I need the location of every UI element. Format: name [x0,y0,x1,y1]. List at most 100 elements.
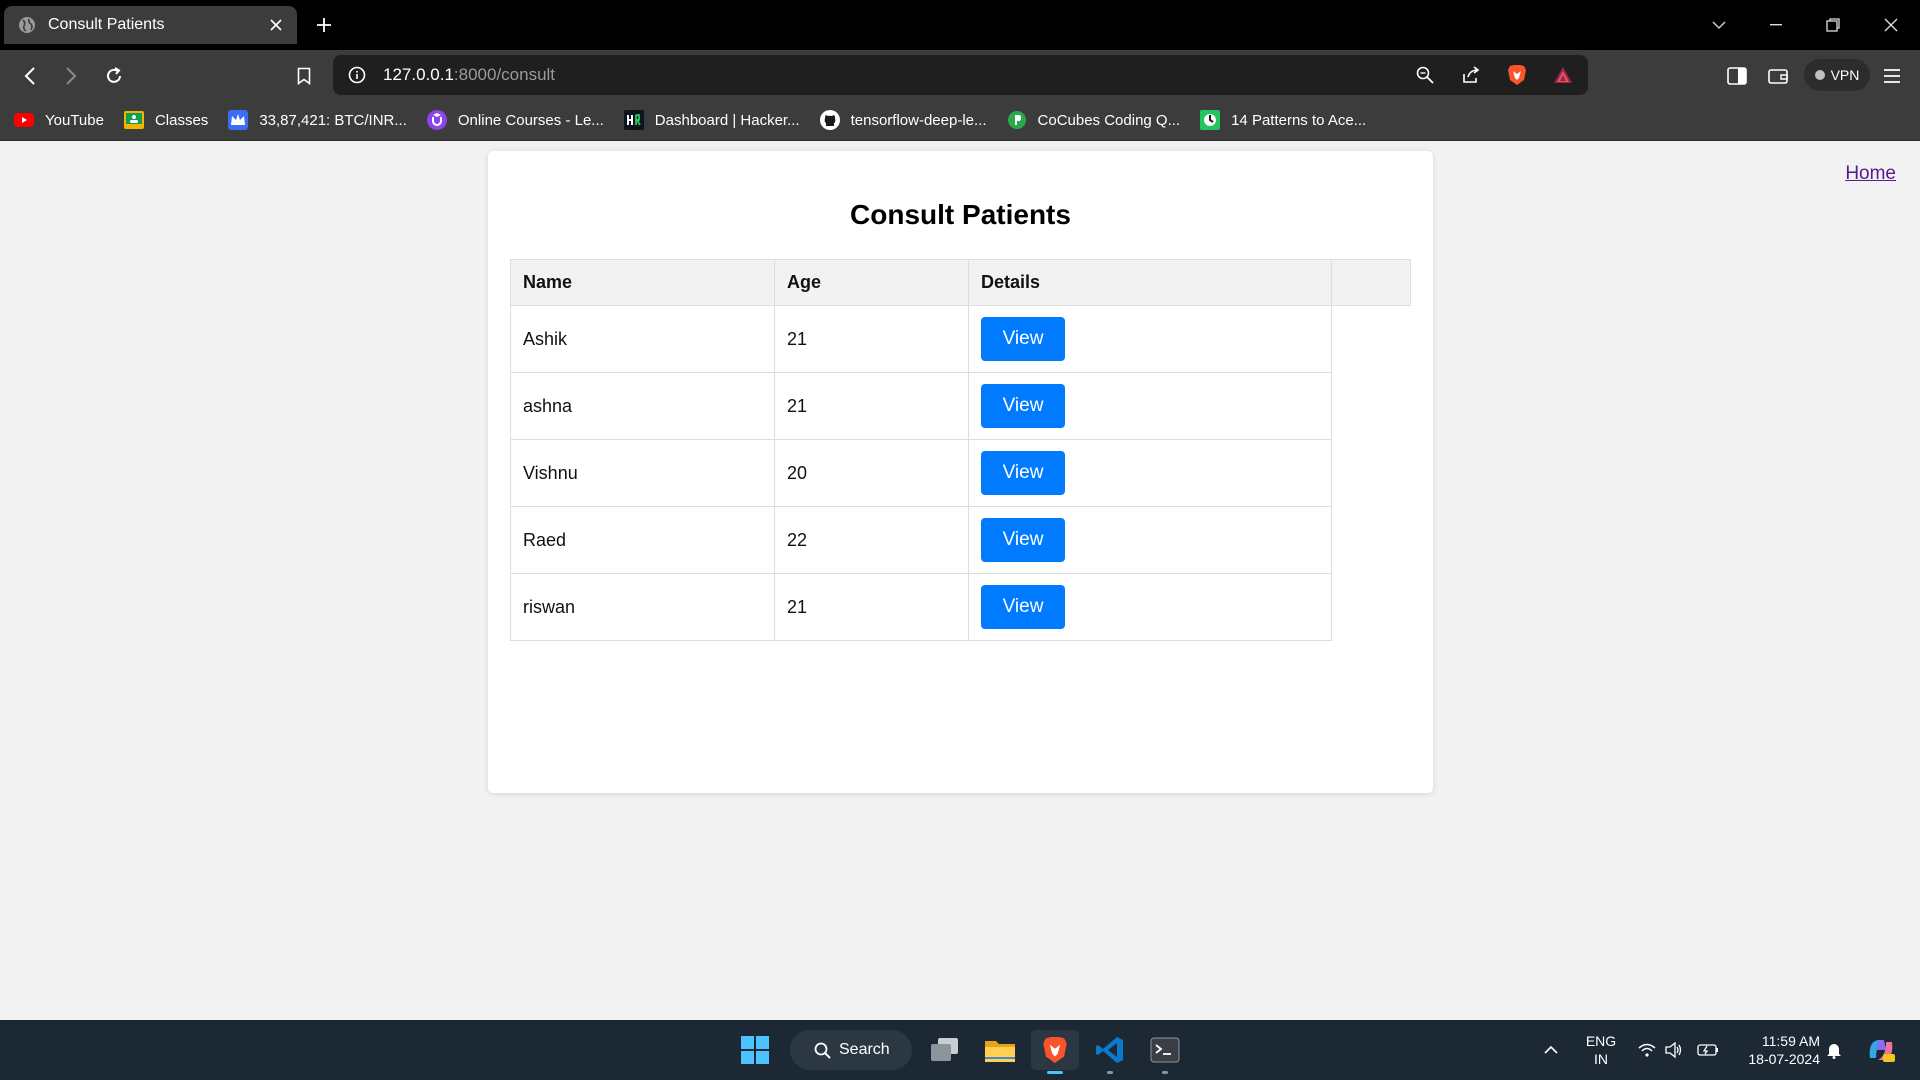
bookmark-classes[interactable]: Classes [123,110,209,130]
patient-age: 21 [774,305,969,373]
udemy-icon [426,110,447,130]
wallet-icon[interactable] [1764,62,1792,90]
notification-bell-icon[interactable] [1826,1020,1842,1080]
browser-tab[interactable]: Consult Patients [4,6,297,44]
column-header-name: Name [510,259,775,306]
patient-name: Vishnu [510,439,775,507]
patient-name: Raed [510,506,775,574]
tab-search-chevron-icon[interactable] [1704,11,1734,39]
empty-cell [1331,372,1411,440]
battery-icon[interactable] [1697,1020,1719,1080]
column-header-details: Details [968,259,1332,306]
brave-shields-icon[interactable] [1504,62,1530,88]
patient-age: 21 [774,573,969,641]
column-header-empty [1331,259,1411,306]
address-bar[interactable]: 127.0.0.1:8000/consult [333,55,1588,95]
sidebar-icon[interactable] [1723,62,1751,90]
view-button[interactable]: View [981,451,1065,495]
taskbar-search-label: Search [839,1041,890,1058]
table-header-row: Name Age Details [510,259,1411,306]
patient-age: 21 [774,372,969,440]
bookmark-patterns[interactable]: 14 Patterns to Ace... [1200,110,1366,130]
brave-browser-icon[interactable] [1031,1030,1079,1074]
url-host: 127.0.0.1 [383,65,454,84]
language-code: ENG [1585,1033,1617,1049]
share-icon[interactable] [1458,62,1484,88]
bookmarks-bar: YouTube Classes 33,87,421: BTC/INR... On… [0,100,1920,141]
patient-details-cell: View [968,439,1332,507]
taskbar: Search ENG IN 11:59 AM 18-07-2024 [0,1020,1920,1080]
brave-rewards-icon[interactable] [1550,62,1576,88]
taskbar-clock[interactable]: 11:59 AM 18-07-2024 [1728,1032,1820,1068]
terminal-icon[interactable] [1141,1030,1189,1074]
view-button[interactable]: View [981,518,1065,562]
url-text: 127.0.0.1:8000/consult [383,65,555,85]
windows-start-icon[interactable] [741,1036,769,1064]
patient-details-cell: View [968,305,1332,373]
patient-details-cell: View [968,506,1332,574]
table-row: Vishnu 20 View [510,439,1411,507]
bookmark-btc-inr[interactable]: 33,87,421: BTC/INR... [228,110,407,130]
language-indicator[interactable]: ENG IN [1574,1032,1628,1068]
bookmark-cocubes[interactable]: CoCubes Coding Q... [1007,110,1180,130]
taskbar-search-button[interactable]: Search [790,1030,912,1070]
forward-icon[interactable] [57,62,85,90]
view-button[interactable]: View [981,317,1065,361]
show-hidden-icons-chevron-icon[interactable] [1543,1020,1559,1080]
bookmark-label: Classes [154,111,209,129]
clock-date: 18-07-2024 [1748,1051,1820,1067]
bookmark-label: Online Courses - Le... [457,111,604,129]
clock-time: 11:59 AM [1761,1033,1820,1049]
patient-details-cell: View [968,573,1332,641]
empty-cell [1331,573,1411,641]
bookmark-tensorflow[interactable]: tensorflow-deep-le... [819,110,987,130]
patient-name: Ashik [510,305,775,373]
restore-icon[interactable] [1818,11,1848,39]
url-path: :8000/consult [453,65,556,84]
vpn-label: VPN [1830,67,1860,83]
bookmark-udemy[interactable]: Online Courses - Le... [426,110,604,130]
file-explorer-icon[interactable] [976,1030,1024,1070]
cocubes-icon [1007,110,1027,130]
back-icon[interactable] [16,62,44,90]
google-classroom-icon [123,110,144,130]
github-icon [819,110,840,130]
bookmark-label: 33,87,421: BTC/INR... [259,111,407,129]
wifi-icon[interactable] [1638,1020,1656,1080]
hackerrank-icon [623,110,644,130]
task-view-icon[interactable] [921,1030,969,1070]
table-row: ashna 21 View [510,372,1411,440]
new-tab-icon[interactable] [312,13,336,37]
table-row: Ashik 21 View [510,305,1411,373]
close-tab-icon[interactable] [265,14,287,36]
patient-name: riswan [510,573,775,641]
open-app-indicator [1107,1071,1113,1074]
vscode-icon[interactable] [1086,1030,1134,1074]
crown-icon [228,110,249,130]
tab-strip: Consult Patients [0,0,1920,50]
zoom-icon[interactable] [1412,62,1438,88]
bookmark-youtube[interactable]: YouTube [14,110,104,130]
open-app-indicator [1162,1071,1168,1074]
volume-icon[interactable] [1665,1020,1683,1080]
view-button[interactable]: View [981,384,1065,428]
close-window-icon[interactable] [1876,11,1906,39]
pattern-icon [1200,110,1221,130]
column-header-age: Age [774,259,969,306]
site-info-icon[interactable] [345,63,369,87]
empty-cell [1331,305,1411,373]
bookmark-label: YouTube [45,111,104,129]
vpn-button[interactable]: VPN [1804,59,1870,91]
bookmark-icon[interactable] [290,62,318,90]
bookmark-hackerrank[interactable]: Dashboard | Hacker... [623,110,800,130]
menu-icon[interactable] [1878,62,1906,90]
vpn-status-icon [1814,70,1825,80]
view-button[interactable]: View [981,585,1065,629]
patient-age: 20 [774,439,969,507]
home-link[interactable]: Home [1845,163,1896,185]
copilot-icon[interactable] [1866,1020,1896,1080]
bookmark-label: 14 Patterns to Ace... [1231,111,1367,129]
table-row: Raed 22 View [510,506,1411,574]
reload-icon[interactable] [100,62,128,90]
minimize-icon[interactable] [1761,11,1791,39]
